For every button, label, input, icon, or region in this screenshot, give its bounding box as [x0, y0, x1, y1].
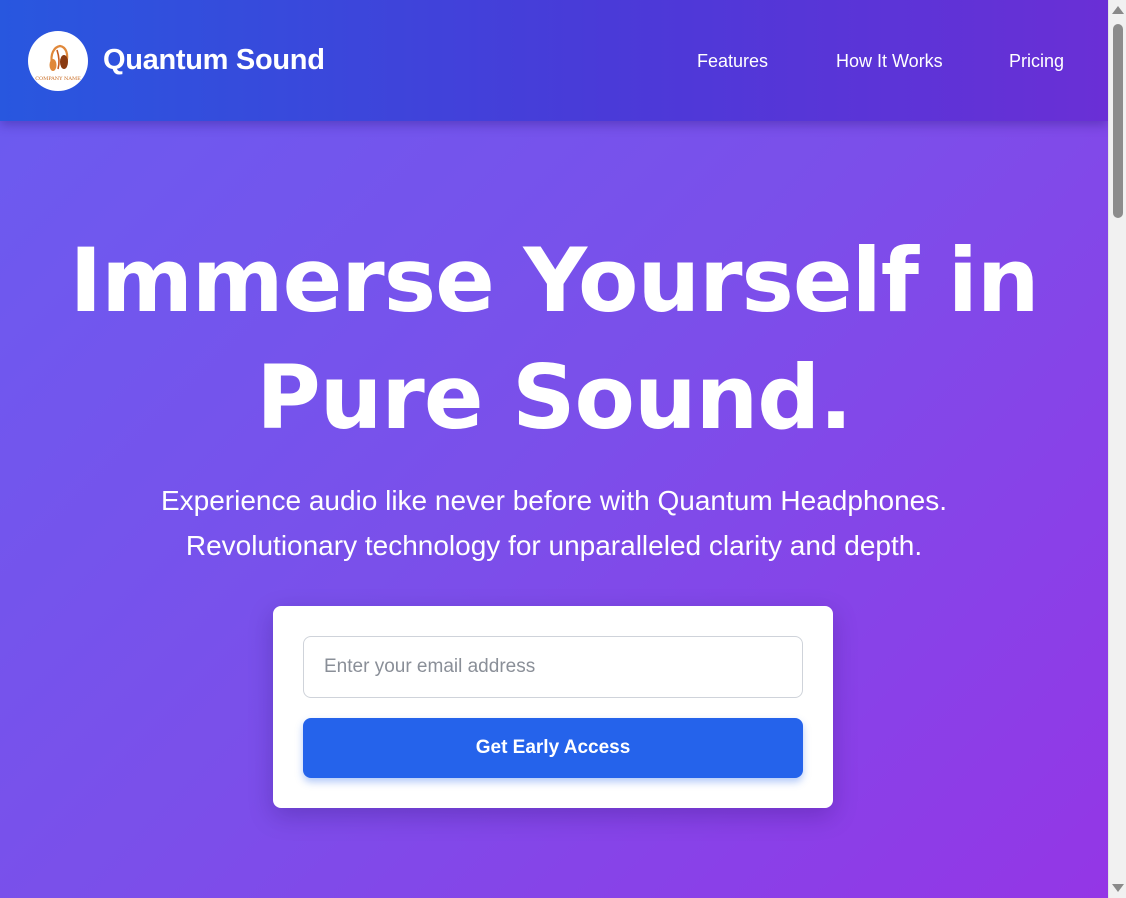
hero-title: Immerse Yourself in Pure Sound.	[0, 222, 1108, 456]
site-header: COMPANY NAME Quantum Sound Features How …	[0, 0, 1108, 121]
hero-title-line-2: Pure Sound.	[256, 346, 852, 449]
hero-subtitle: Experience audio like never before with …	[0, 478, 1108, 568]
hero-title-line-1: Immerse Yourself in	[69, 229, 1039, 332]
email-input[interactable]	[303, 636, 803, 698]
scroll-down-arrow-icon[interactable]	[1112, 884, 1124, 892]
nav-link-features[interactable]: Features	[697, 51, 768, 72]
get-early-access-button[interactable]: Get Early Access	[303, 718, 803, 778]
signup-card: Get Early Access	[273, 606, 833, 808]
scroll-up-arrow-icon[interactable]	[1112, 6, 1124, 14]
brand-name[interactable]: Quantum Sound	[103, 44, 325, 77]
company-logo[interactable]: COMPANY NAME	[28, 31, 88, 91]
page-viewport: COMPANY NAME Quantum Sound Features How …	[0, 0, 1108, 898]
nav-link-how-it-works[interactable]: How It Works	[836, 51, 943, 72]
nav-link-pricing[interactable]: Pricing	[1009, 51, 1064, 72]
hero-subtitle-line-2: Revolutionary technology for unparallele…	[185, 530, 923, 561]
hero-subtitle-line-1: Experience audio like never before with …	[160, 485, 948, 516]
headphones-logo-icon: COMPANY NAME	[35, 44, 81, 82]
scrollbar-thumb[interactable]	[1113, 24, 1123, 218]
vertical-scrollbar[interactable]	[1108, 0, 1126, 898]
logo-wordmark: COMPANY NAME	[35, 76, 81, 82]
